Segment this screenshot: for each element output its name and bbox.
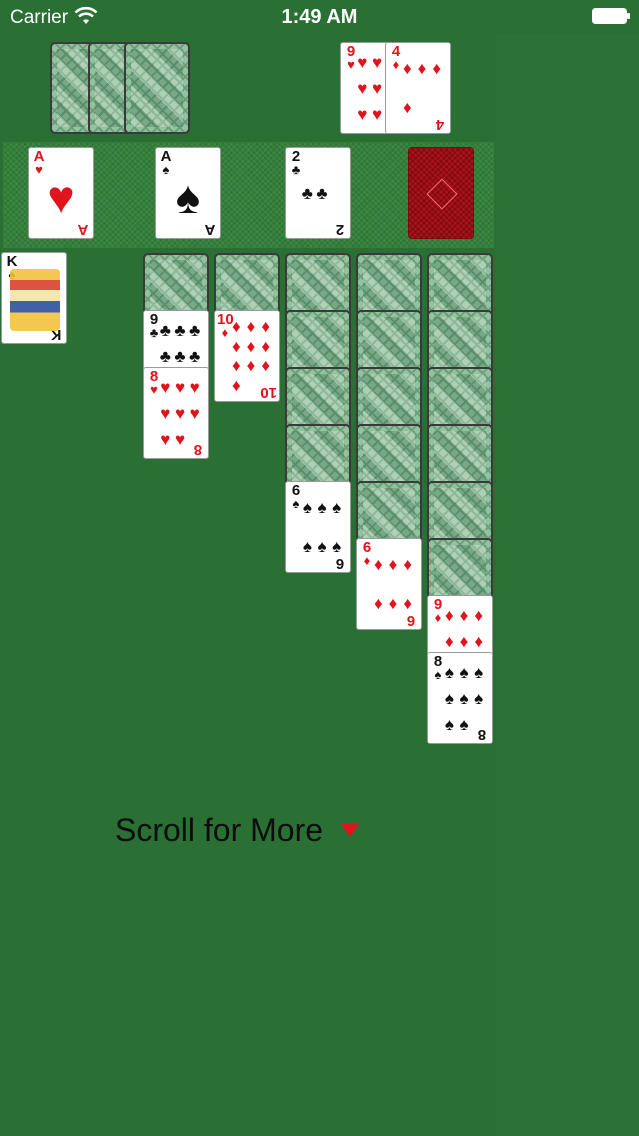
diamond-icon bbox=[426, 178, 458, 210]
pip-icon: ♦ bbox=[402, 59, 412, 78]
card-corner-bottom: A bbox=[75, 221, 91, 238]
pip-icon: ♣ bbox=[316, 183, 328, 203]
pip-icon: ♥ bbox=[357, 78, 368, 98]
table-margin bbox=[496, 34, 639, 1136]
pip-icon: ♠ bbox=[459, 662, 469, 682]
tableau-card[interactable]: 8 ♠ 8 ♠ ♠ ♠ ♠ ♠ ♠ ♠ ♠ bbox=[427, 652, 493, 744]
tableau-card[interactable]: 6 ♠ 6 ♠ ♠ ♠ ♠ ♠ ♠ bbox=[285, 481, 351, 573]
tableau-card[interactable]: 10 ♦ 10 ♦ ♦ ♦ ♦ ♦ ♦ ♦ ♦ ♦ ♦ bbox=[214, 310, 280, 402]
pip-icon: ♠ bbox=[317, 537, 327, 556]
pip-icon: ♠ bbox=[474, 688, 484, 708]
card-pips: ♥ ♥ ♥ ♥ ♥ ♥ ♥ ♥ bbox=[158, 374, 202, 452]
free-cell-card[interactable]: K♠K bbox=[1, 252, 67, 344]
pip-icon: ♠ bbox=[474, 662, 484, 682]
foundation-empty-slot[interactable] bbox=[408, 147, 474, 239]
pip-icon: ♠ bbox=[317, 498, 327, 517]
pip-icon: ♠ bbox=[444, 662, 454, 682]
pip-icon: ♠ bbox=[444, 714, 454, 734]
pip-icon: ♥ bbox=[174, 403, 186, 423]
pip-icon: ♦ bbox=[474, 631, 483, 651]
scroll-hint[interactable]: Scroll for More bbox=[115, 812, 360, 849]
pip-icon: ♦ bbox=[261, 356, 270, 376]
pip-icon: ♥ bbox=[371, 104, 383, 124]
scroll-for-more-label: Scroll for More bbox=[115, 812, 324, 848]
pip-icon: ♦ bbox=[403, 555, 412, 574]
pip-icon: ♦ bbox=[373, 594, 383, 613]
pip-icon: ♣ bbox=[174, 346, 186, 366]
pip-icon: ♦ bbox=[403, 594, 412, 613]
tableau-card[interactable]: 6 ♦ 6 ♦ ♦ ♦ ♦ ♦ ♦ bbox=[356, 538, 422, 630]
pip-icon: ♦ bbox=[459, 631, 469, 651]
pip-icon: ♦ bbox=[231, 356, 241, 376]
pip-icon: ♠ bbox=[302, 498, 312, 517]
pip-icon: ♣ bbox=[159, 320, 171, 340]
foundation-card[interactable]: A ♠ A ♠ bbox=[155, 147, 221, 239]
pip-icon: ♦ bbox=[246, 317, 256, 337]
card-corner-bottom: A bbox=[202, 221, 218, 238]
card-corner-top: A ♠ bbox=[158, 149, 174, 176]
card-pips: ♣ ♣ bbox=[300, 154, 344, 232]
pip-icon: ♠ bbox=[332, 537, 342, 556]
pip-icon: ♣ bbox=[174, 320, 186, 340]
pip-icon: ♥ bbox=[357, 52, 368, 72]
pip-icon: ♣ bbox=[301, 183, 313, 203]
pip-icon: ♥ bbox=[174, 429, 186, 449]
waste-card[interactable]: 4 ♦ 4 ♦ ♦ ♦ ♦ bbox=[385, 42, 451, 134]
pip-icon: ♥ bbox=[189, 377, 200, 397]
card-pips: ♠ ♠ ♠ ♠ ♠ ♠ bbox=[300, 488, 344, 566]
pip-icon: ♣ bbox=[189, 320, 201, 340]
card-pips: ♦ ♦ ♦ ♦ bbox=[400, 49, 444, 127]
foundation-card[interactable]: A ♥ A ♥ bbox=[28, 147, 94, 239]
card-pips: ♦ ♦ ♦ ♦ ♦ ♦ ♦ ♦ ♦ ♦ bbox=[229, 317, 273, 395]
pip-icon: ♥ bbox=[160, 403, 171, 423]
pip-icon: ♥ bbox=[160, 429, 171, 449]
card-pips: ♦ ♦ ♦ ♦ ♦ ♦ bbox=[371, 545, 415, 623]
pip-icon: ♦ bbox=[246, 336, 256, 356]
pip-icon: ♦ bbox=[231, 336, 241, 356]
pip-icon: ♣ bbox=[189, 346, 201, 366]
card-corner-top: A ♥ bbox=[31, 149, 47, 176]
pip-icon: ♦ bbox=[373, 555, 383, 574]
court-card-art bbox=[10, 269, 60, 331]
pip-icon: ♠ bbox=[459, 714, 469, 734]
tableau-card[interactable]: 8 ♥ 8 ♥ ♥ ♥ ♥ ♥ ♥ ♥ ♥ bbox=[143, 367, 209, 459]
pip-icon: ♥ bbox=[371, 78, 383, 98]
battery-icon bbox=[592, 8, 630, 24]
pip-icon: ♦ bbox=[432, 59, 441, 78]
stock-pile-card[interactable] bbox=[124, 42, 190, 134]
pip-icon: ♦ bbox=[261, 336, 270, 356]
pip-icon: ♦ bbox=[444, 631, 454, 651]
card-rank: A bbox=[77, 221, 89, 238]
card-center-suit-icon: ♥ bbox=[47, 171, 75, 223]
pip-icon: ♥ bbox=[189, 403, 200, 423]
clock: 1:49 AM bbox=[281, 6, 358, 28]
pip-icon: ♦ bbox=[474, 605, 483, 625]
pip-icon: ♦ bbox=[231, 375, 241, 395]
pip-icon: ♦ bbox=[388, 555, 398, 574]
pip-icon: ♦ bbox=[459, 605, 469, 625]
pip-icon: ♦ bbox=[444, 605, 454, 625]
pip-icon: ♦ bbox=[402, 98, 412, 117]
pip-icon: ♠ bbox=[459, 688, 469, 708]
pip-icon: ♣ bbox=[159, 346, 171, 366]
card-pips: ♠ ♠ ♠ ♠ ♠ ♠ ♠ ♠ bbox=[442, 659, 486, 737]
pip-icon: ♦ bbox=[417, 59, 427, 78]
pip-icon: ♠ bbox=[444, 688, 454, 708]
pip-icon: ♦ bbox=[388, 594, 398, 613]
pip-icon: ♦ bbox=[231, 317, 241, 337]
pip-icon: ♥ bbox=[160, 377, 171, 397]
card-rank: A bbox=[204, 221, 216, 238]
pip-icon: ♠ bbox=[332, 498, 342, 517]
pip-icon: ♠ bbox=[302, 537, 312, 556]
down-arrow-icon bbox=[341, 824, 360, 837]
foundation-card[interactable]: 2 ♣ 2 ♣ ♣ bbox=[285, 147, 351, 239]
pip-icon: ♥ bbox=[371, 52, 383, 72]
pip-icon: ♥ bbox=[357, 104, 368, 124]
pip-icon: ♦ bbox=[261, 317, 270, 337]
pip-icon: ♦ bbox=[246, 356, 256, 376]
pip-icon: ♥ bbox=[174, 377, 186, 397]
status-bar: Carrier 1:49 AM bbox=[0, 0, 639, 34]
card-center-suit-icon: ♠ bbox=[175, 171, 201, 223]
